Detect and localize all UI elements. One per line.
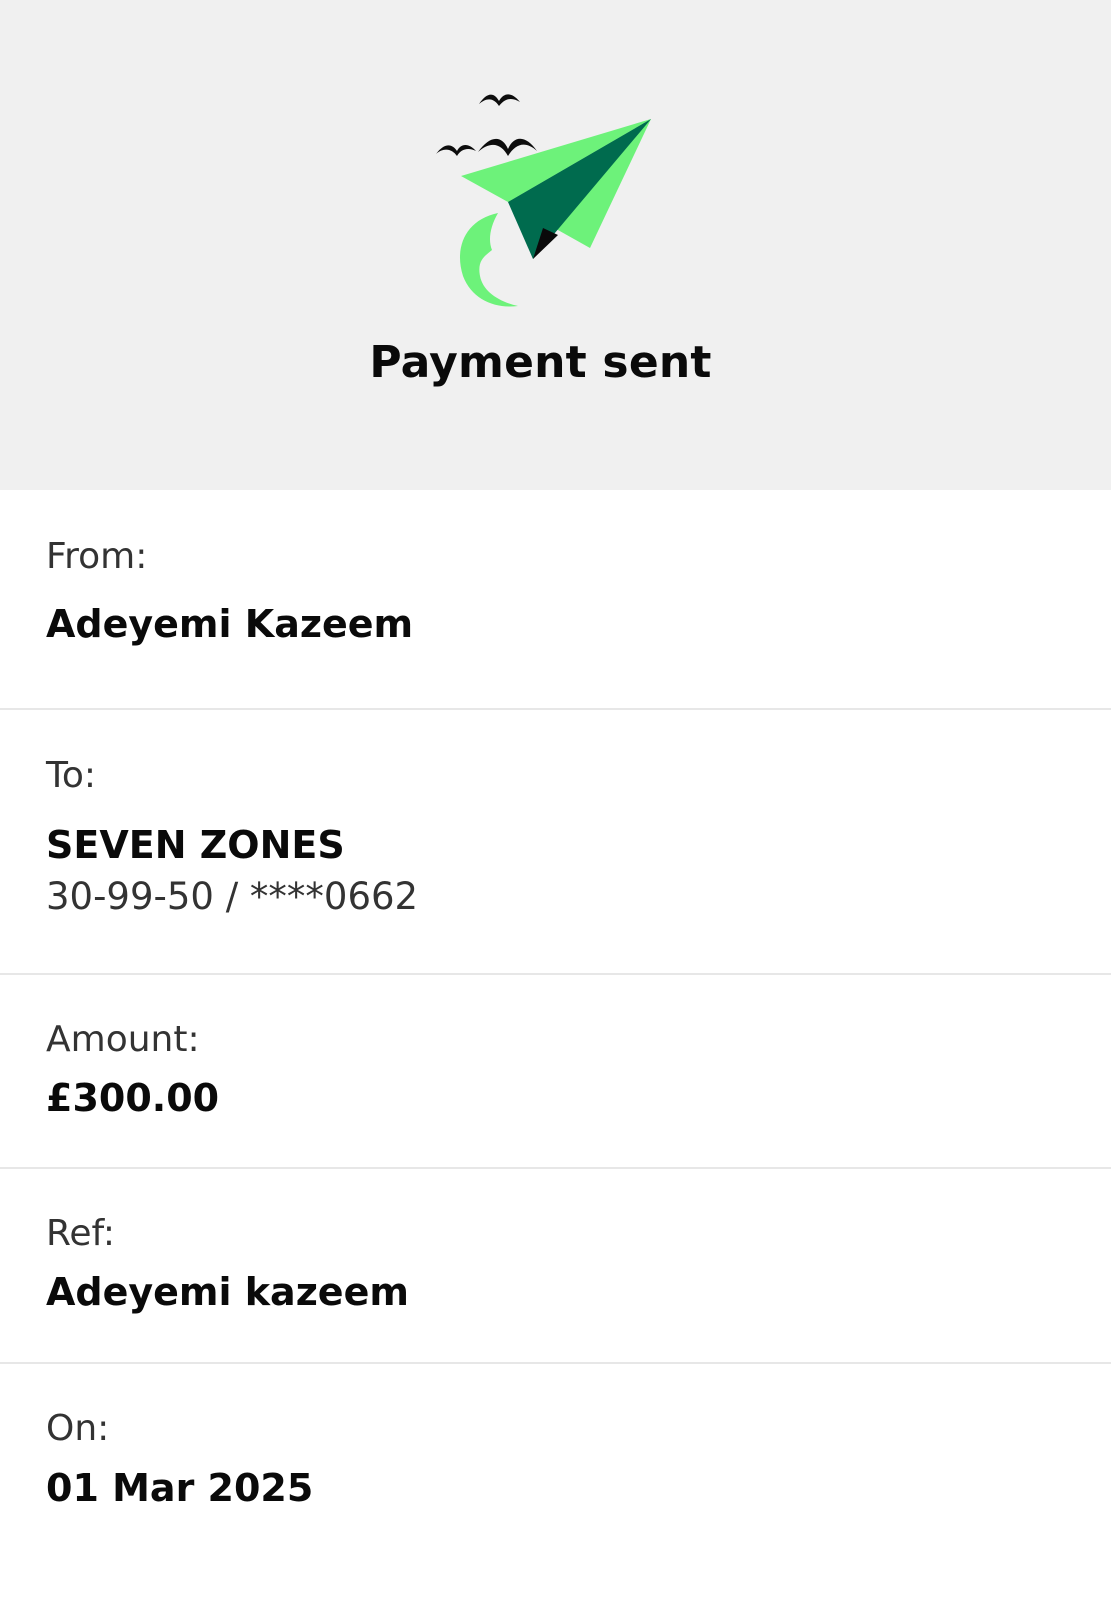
sender-name: Adeyemi Kazeem [46,602,414,646]
bird-icon [478,138,537,156]
payment-date: 01 Mar 2025 [46,1466,314,1510]
ref-label: Ref: [46,1213,116,1254]
amount-row: Amount: £300.00 [0,973,1111,1167]
payment-sent-banner: Payment sent [0,0,1111,490]
to-row: To: SEVEN ZONES 30-99-50 / ****0662 [0,708,1111,973]
reference-row: Ref: Adeyemi kazeem [0,1167,1111,1362]
bird-icon [436,145,476,156]
bird-icon [479,94,520,106]
recipient-account: 30-99-50 / ****0662 [46,875,419,918]
date-row: On: 01 Mar 2025 [0,1362,1111,1600]
to-label: To: [46,755,97,796]
payment-confirmation-screen: Payment sent From: Adeyemi Kazeem To: SE… [0,0,1111,1600]
amount-label: Amount: [46,1019,200,1060]
page-title: Payment sent [369,337,712,388]
payment-amount: £300.00 [46,1076,220,1120]
from-row: From: Adeyemi Kazeem [0,490,1111,708]
on-label: On: [46,1408,110,1449]
payment-reference: Adeyemi kazeem [46,1270,409,1314]
recipient-name: SEVEN ZONES [46,823,345,867]
from-label: From: [46,536,148,577]
paper-plane-icon [436,94,651,307]
